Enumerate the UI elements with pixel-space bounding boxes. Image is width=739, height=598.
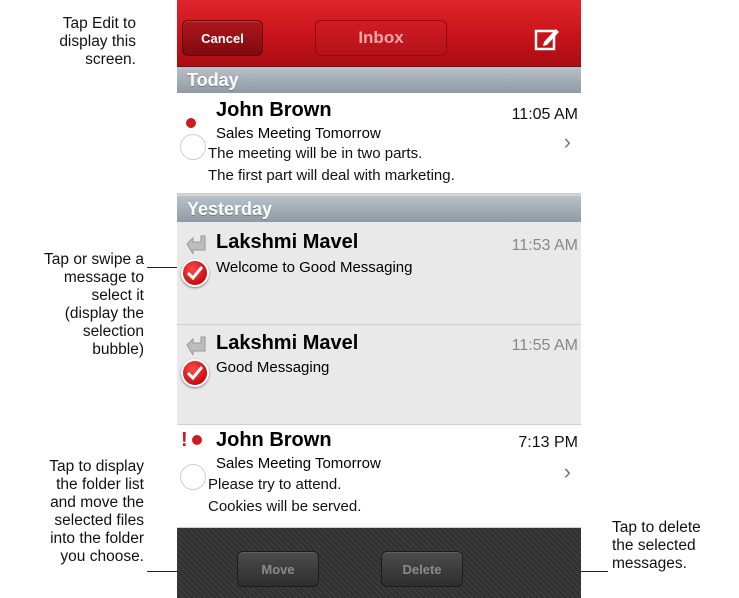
chevron-right-icon: › xyxy=(563,459,571,484)
message-time: 11:05 AM xyxy=(511,106,578,123)
callout-move: Tap to display the folder list and move … xyxy=(0,458,144,566)
callout-select: Tap or swipe a message to select it (dis… xyxy=(0,251,144,359)
message-subject: Welcome to Good Messaging xyxy=(216,259,413,276)
callout-text-line: the selected xyxy=(612,537,696,554)
message-preview: The meeting will be in two parts. The fi… xyxy=(208,143,455,187)
callout-text-line: select it xyxy=(91,287,144,304)
message-row-selected[interactable]: Lakshmi Mavel 11:55 AM Good Messaging xyxy=(177,325,581,425)
reply-icon xyxy=(186,235,206,254)
delete-button[interactable]: Delete xyxy=(381,551,463,587)
message-sender: John Brown xyxy=(216,99,332,121)
cancel-button[interactable]: Cancel xyxy=(182,20,263,56)
unread-dot-icon xyxy=(192,435,202,445)
message-subject: Sales Meeting Tomorrow xyxy=(216,455,381,472)
section-header-today: Today xyxy=(177,67,581,93)
message-row-selected[interactable]: Lakshmi Mavel 11:53 AM Welcome to Good M… xyxy=(177,222,581,325)
inbox-title: Inbox xyxy=(315,20,447,56)
message-sender: Lakshmi Mavel xyxy=(216,332,359,354)
phone-screen: Cancel Inbox Today John Brown 11:05 AM S… xyxy=(177,0,581,598)
message-subject: Good Messaging xyxy=(216,359,330,376)
message-sender: John Brown xyxy=(216,429,332,451)
preview-line: Please try to attend. xyxy=(208,476,342,493)
preview-line: The first part will deal with marketing. xyxy=(208,167,455,184)
message-sender: Lakshmi Mavel xyxy=(216,231,359,253)
selection-check-icon[interactable] xyxy=(181,359,209,387)
callout-text-line: display this xyxy=(59,33,136,50)
callout-text-line: the folder list xyxy=(56,476,144,493)
message-row[interactable]: ! John Brown 7:13 PM Sales Meeting Tomor… xyxy=(177,425,581,528)
callout-text-line: you choose. xyxy=(60,548,144,565)
urgent-icon: ! xyxy=(181,429,188,451)
callout-text-line: Tap Edit to xyxy=(62,15,136,32)
chevron-right-icon: › xyxy=(563,129,571,154)
navigation-bar: Cancel Inbox xyxy=(177,0,581,67)
preview-line: Cookies will be served. xyxy=(208,498,362,515)
message-preview: Please try to attend. Cookies will be se… xyxy=(208,474,361,518)
message-time: 11:55 AM xyxy=(511,337,578,354)
bottom-toolbar: Move Delete xyxy=(177,528,581,598)
selection-bubble[interactable] xyxy=(180,464,206,490)
message-time: 7:13 PM xyxy=(518,434,578,451)
selection-bubble[interactable] xyxy=(180,134,206,160)
move-button[interactable]: Move xyxy=(237,551,319,587)
unread-dot-icon xyxy=(186,118,196,128)
callout-text-line: Tap to display xyxy=(49,458,144,475)
callout-text-line: into the folder xyxy=(50,530,144,547)
compose-icon[interactable] xyxy=(534,26,560,52)
callout-text-line: message to xyxy=(63,269,144,286)
section-header-yesterday: Yesterday xyxy=(177,196,581,222)
callout-text-line: messages. xyxy=(612,555,687,572)
reply-icon xyxy=(186,336,206,355)
callout-text-line: screen. xyxy=(85,51,136,68)
callout-text-line: Tap to delete xyxy=(612,519,701,536)
leader-line-select xyxy=(147,267,181,268)
selection-check-icon[interactable] xyxy=(181,259,209,287)
callout-text-line: Tap or swipe a xyxy=(44,251,144,268)
preview-line: The meeting will be in two parts. xyxy=(208,145,423,162)
callout-delete: Tap to delete the selected messages. xyxy=(612,519,701,573)
callout-text-line: bubble) xyxy=(92,341,144,358)
message-time: 11:53 AM xyxy=(511,237,578,254)
callout-text-line: and move the xyxy=(50,494,144,511)
callout-text-line: (display the xyxy=(64,305,144,322)
callout-edit: Tap Edit to display this screen. xyxy=(0,15,136,69)
callout-text-line: selected files xyxy=(54,512,144,529)
message-subject: Sales Meeting Tomorrow xyxy=(216,125,381,142)
message-row[interactable]: John Brown 11:05 AM Sales Meeting Tomorr… xyxy=(177,93,581,194)
callout-text-line: selection xyxy=(82,323,144,340)
